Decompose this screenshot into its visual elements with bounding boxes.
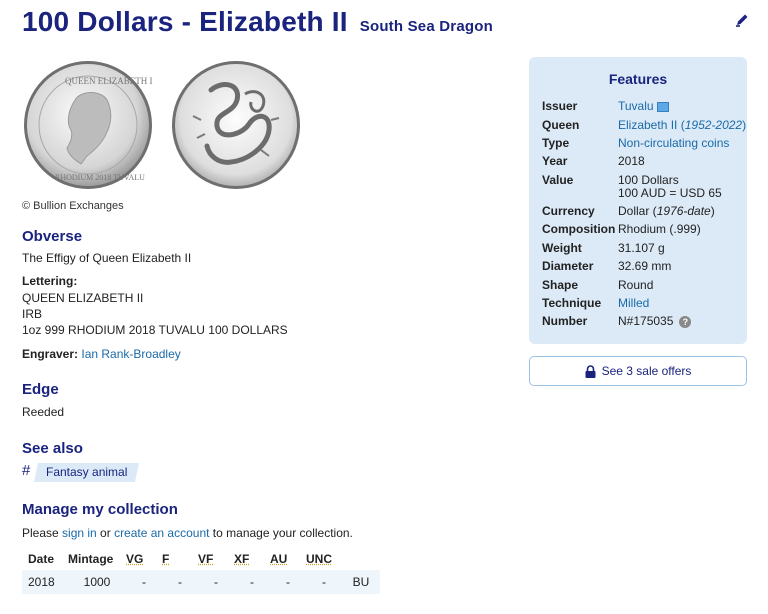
currency-name: Dollar — [618, 204, 650, 218]
feature-value: N#175035? — [618, 315, 758, 328]
col-vf[interactable]: VF — [198, 548, 234, 570]
engraver-link[interactable]: Ian Rank-Broadley — [81, 347, 180, 361]
hash-icon: # — [22, 462, 31, 479]
col-blank — [342, 548, 380, 570]
collection-text: Please sign in or create an account to m… — [22, 525, 353, 541]
collection-heading: Manage my collection — [22, 501, 178, 518]
engraver-label: Engraver: — [22, 347, 79, 361]
table-row[interactable]: 2018 1000 - - - - - - BU — [22, 570, 380, 594]
reverse-coin-image[interactable] — [171, 60, 301, 190]
help-icon[interactable]: ? — [679, 315, 692, 328]
queen-link[interactable]: Elizabeth II (1952-2022) — [618, 118, 746, 132]
tag-label: Fantasy animal — [46, 465, 128, 479]
feature-key: Technique — [542, 296, 602, 310]
edge-heading: Edge — [22, 381, 59, 398]
title-subtitle: South Sea Dragon — [359, 18, 493, 35]
feature-value: Dollar (1976-date) — [618, 204, 715, 218]
queen-reign: 1952-2022 — [684, 118, 743, 132]
queen-name: Elizabeth II — [618, 118, 678, 132]
text-fragment: to manage your collection. — [209, 526, 353, 540]
feature-value: 32.69 mm — [618, 259, 672, 273]
pencil-icon[interactable] — [734, 12, 750, 28]
engraver-row: Engraver: Ian Rank-Broadley — [22, 346, 181, 362]
cell-au: - — [270, 570, 306, 594]
obverse-coin-image[interactable]: QUEEN ELIZABETH II RHODIUM 2018 TUVALU — [23, 60, 153, 190]
lettering-label: Lettering: — [22, 274, 78, 288]
col-f[interactable]: F — [162, 548, 198, 570]
technique-link[interactable]: Milled — [618, 296, 649, 310]
edge-text: Reeded — [22, 405, 65, 419]
lettering-line: IRB — [22, 307, 43, 321]
value-conversion: 100 AUD = USD 65 — [618, 186, 722, 200]
see-also-heading: See also — [22, 440, 83, 457]
number-value: N#175035 — [618, 314, 674, 328]
value-denomination: 100 Dollars — [618, 173, 679, 187]
cell-mintage: 1000 — [68, 570, 126, 594]
feature-value: 31.107 g — [618, 241, 665, 255]
collection-table: Date Mintage VG F VF XF AU UNC 2018 1000… — [22, 548, 380, 594]
feature-key: Queen — [542, 118, 580, 132]
lettering-line: 1oz 999 RHODIUM 2018 TUVALU 100 DOLLARS — [22, 323, 288, 337]
features-panel: Features Issuer Tuvalu Queen Elizabeth I… — [529, 57, 747, 344]
feature-key: Currency — [542, 204, 595, 218]
feature-key: Value — [542, 173, 574, 187]
title-main: 100 Dollars - Elizabeth II — [22, 6, 348, 37]
sign-in-link[interactable]: sign in — [62, 526, 97, 540]
col-vg[interactable]: VG — [126, 548, 162, 570]
feature-value: Rhodium (.999) — [618, 222, 701, 236]
lettering-line: QUEEN ELIZABETH II — [22, 291, 144, 305]
tag-fantasy-animal[interactable]: Fantasy animal — [33, 463, 140, 482]
text-fragment: or — [96, 526, 115, 540]
cell-date: 2018 — [22, 570, 68, 594]
page-title: 100 Dollars - Elizabeth II South Sea Dra… — [22, 6, 493, 38]
create-account-link[interactable]: create an account — [114, 526, 209, 540]
feature-value: 2018 — [618, 154, 645, 168]
issuer-link[interactable]: Tuvalu — [618, 99, 654, 113]
feature-key: Number — [542, 314, 588, 328]
cell-f: - — [162, 570, 198, 594]
cell-unc: - — [306, 570, 342, 594]
feature-key: Diameter — [542, 259, 594, 273]
obverse-description: The Effigy of Queen Elizabeth II — [22, 251, 192, 265]
cell-vf: - — [198, 570, 234, 594]
feature-value: 100 Dollars 100 AUD = USD 65 — [618, 174, 758, 200]
feature-key: Shape — [542, 278, 579, 292]
type-link[interactable]: Non-circulating coins — [618, 136, 729, 150]
col-au[interactable]: AU — [270, 548, 306, 570]
cell-xf: - — [234, 570, 270, 594]
obverse-heading: Obverse — [22, 228, 83, 245]
feature-key: Issuer — [542, 99, 578, 113]
col-unc[interactable]: UNC — [306, 548, 342, 570]
feature-key: Weight — [542, 241, 582, 255]
cell-bu: BU — [342, 570, 380, 594]
svg-text:QUEEN ELIZABETH II: QUEEN ELIZABETH II — [65, 76, 153, 86]
col-mintage: Mintage — [68, 552, 114, 566]
text-fragment: Please — [22, 526, 63, 540]
feature-key: Composition — [542, 222, 616, 236]
feature-key: Year — [542, 154, 568, 168]
features-heading: Features — [608, 71, 668, 87]
lock-icon — [585, 365, 596, 379]
feature-key: Type — [542, 136, 570, 150]
cell-vg: - — [126, 570, 162, 594]
sale-offers-label: See 3 sale offers — [601, 364, 692, 378]
sale-offers-button[interactable]: See 3 sale offers — [529, 356, 747, 386]
col-date: Date — [28, 552, 55, 566]
table-header: Date Mintage VG F VF XF AU UNC — [22, 548, 380, 570]
svg-text:RHODIUM 2018 TUVALU: RHODIUM 2018 TUVALU — [55, 173, 145, 182]
image-credit: © Bullion Exchanges — [22, 200, 124, 212]
col-xf[interactable]: XF — [234, 548, 270, 570]
feature-value: Round — [618, 278, 654, 292]
currency-period: 1976-date — [656, 204, 711, 218]
tuvalu-flag-icon — [656, 101, 669, 112]
